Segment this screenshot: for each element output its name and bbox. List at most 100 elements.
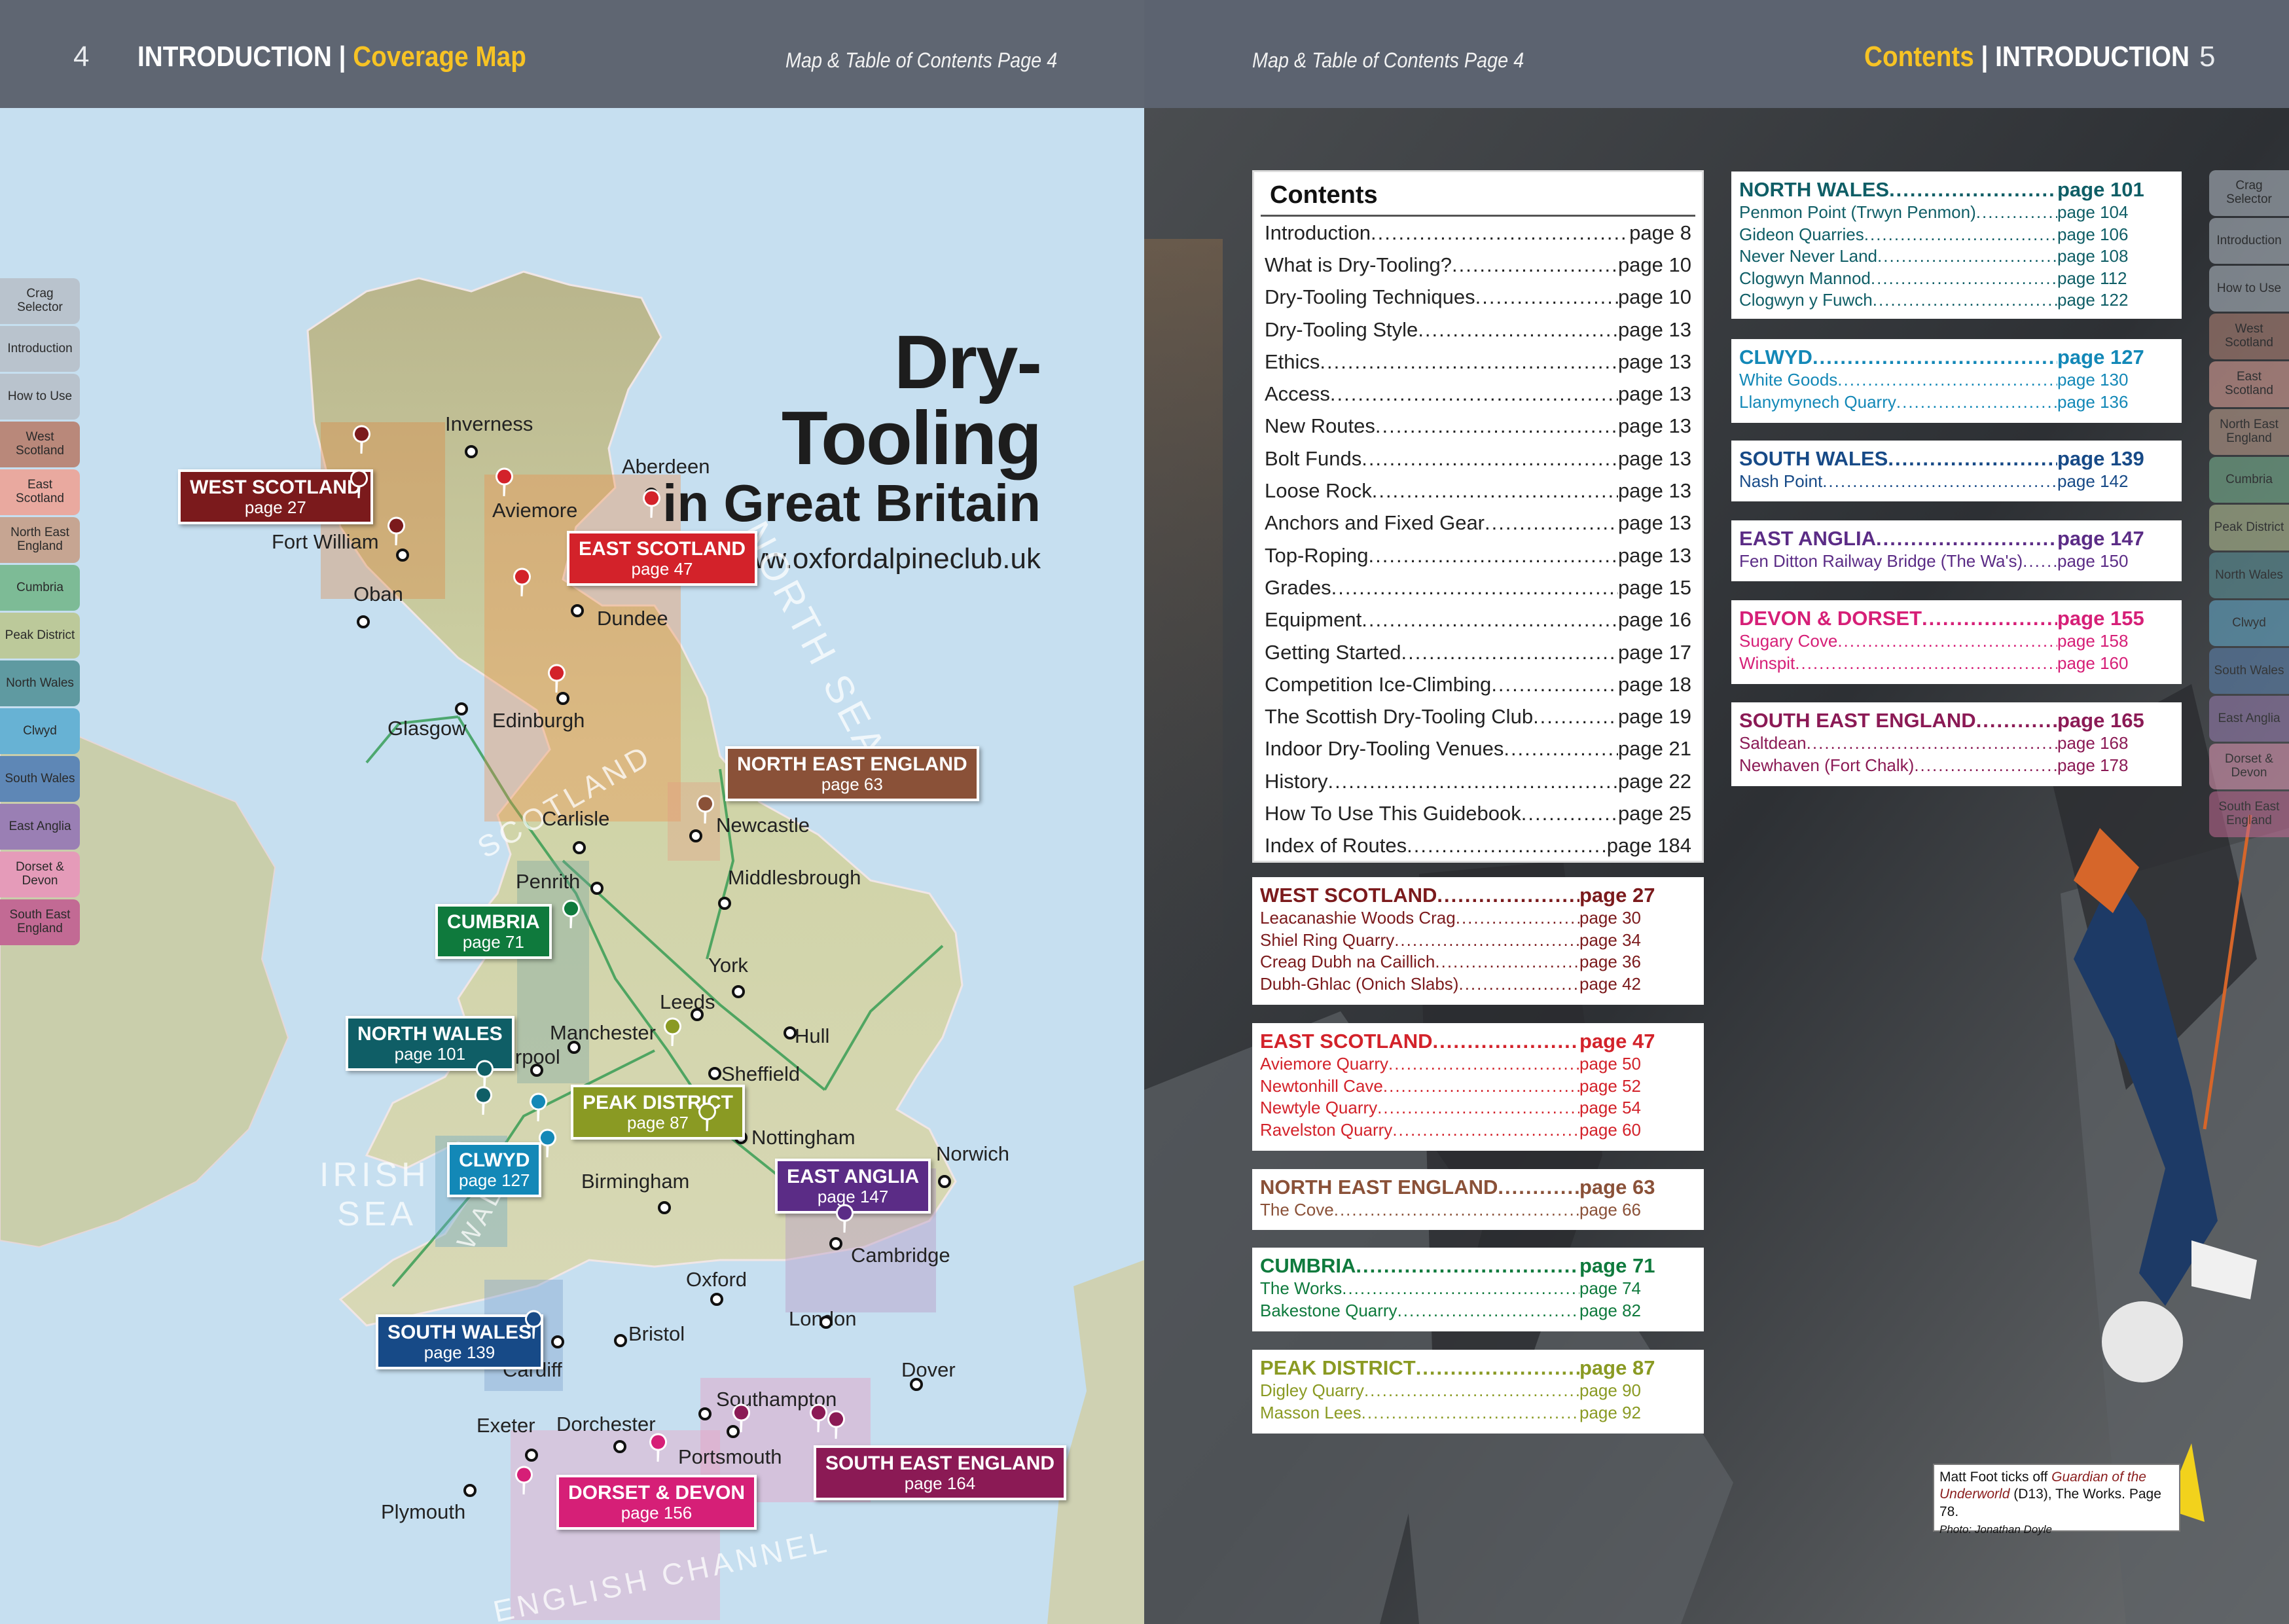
contents-row[interactable]: Getting Started ........................… <box>1254 636 1702 668</box>
dot-leader: ........................................… <box>1975 709 2057 732</box>
crag-row[interactable]: Nash Point .............................… <box>1739 471 2174 493</box>
section-heading[interactable]: CLWYD ..................................… <box>1739 346 2174 369</box>
left-separator: | <box>338 41 346 73</box>
tab-north-wales[interactable]: North Wales <box>2209 552 2289 598</box>
dot-leader: ........................................… <box>1837 631 2057 651</box>
contents-row[interactable]: Equipment ..............................… <box>1254 604 1702 636</box>
contents-row[interactable]: Access .................................… <box>1254 378 1702 410</box>
section-heading[interactable]: SOUTH WALES ............................… <box>1739 447 2174 471</box>
section-heading[interactable]: NORTH WALES ............................… <box>1739 178 2174 202</box>
crag-name: Penmon Point (Trwyn Penmon) <box>1739 202 1976 223</box>
crag-row[interactable]: Dubh-Ghlac (Onich Slabs) ...............… <box>1260 973 1696 996</box>
crag-name: The Cove <box>1260 1200 1334 1220</box>
tab-east-scotland[interactable]: East Scotland <box>2209 361 2289 407</box>
crag-pin-icon <box>475 1086 492 1115</box>
crag-row[interactable]: Creag Dubh na Caillich .................… <box>1260 951 1696 973</box>
crag-row[interactable]: Clogwyn Mannod .........................… <box>1739 268 2174 290</box>
contents-row[interactable]: Index of Routes ........................… <box>1254 830 1702 862</box>
dot-leader: ........................................… <box>1377 1098 1579 1118</box>
crag-row[interactable]: Masson Lees ............................… <box>1260 1402 1696 1424</box>
contents-row[interactable]: Grades .................................… <box>1254 571 1702 604</box>
tab-introduction[interactable]: Introduction <box>2209 218 2289 264</box>
tab-east-anglia[interactable]: East Anglia <box>2209 696 2289 742</box>
section-heading[interactable]: WEST SCOTLAND ..........................… <box>1260 884 1696 907</box>
crag-row[interactable]: Clogwyn y Fuwch ........................… <box>1739 289 2174 312</box>
crag-row[interactable]: Winspit ................................… <box>1739 653 2174 675</box>
crag-page: page 112 <box>2057 268 2127 288</box>
dot-leader: ........................................… <box>1397 1300 1579 1320</box>
contents-row[interactable]: How To Use This Guidebook ..............… <box>1254 797 1702 829</box>
section-heading[interactable]: DEVON & DORSET .........................… <box>1739 607 2174 630</box>
section-heading[interactable]: PEAK DISTRICT ..........................… <box>1260 1356 1696 1380</box>
contents-row-label: New Routes <box>1265 414 1375 438</box>
right-page-number: 5 <box>2199 41 2216 73</box>
dot-leader: ........................................… <box>1418 317 1618 341</box>
tab-south-wales[interactable]: South Wales <box>2209 648 2289 694</box>
contents-row[interactable]: Loose Rock .............................… <box>1254 475 1702 507</box>
contents-row-page: page 16 <box>1617 608 1691 632</box>
crag-row[interactable]: Never Never Land .......................… <box>1739 245 2174 268</box>
crag-row[interactable]: Sugary Cove ............................… <box>1739 630 2174 653</box>
crag-row[interactable]: Newhaven (Fort Chalk) ..................… <box>1739 755 2174 777</box>
section-heading[interactable]: NORTH EAST ENGLAND .....................… <box>1260 1176 1696 1199</box>
tab-peak-district[interactable]: Peak District <box>2209 505 2289 550</box>
crag-row[interactable]: Ravelston Quarry .......................… <box>1260 1119 1696 1142</box>
contents-row[interactable]: Competition Ice-Climbing ...............… <box>1254 668 1702 700</box>
section-heading[interactable]: CUMBRIA ................................… <box>1260 1254 1696 1278</box>
dot-leader: ........................................… <box>1888 447 2057 470</box>
crag-page: page 92 <box>1579 1402 1641 1422</box>
crag-row[interactable]: Newtonhill Cave ........................… <box>1260 1075 1696 1098</box>
crag-row[interactable]: Shiel Ring Quarry ......................… <box>1260 929 1696 952</box>
dot-leader: ........................................… <box>1806 733 2057 753</box>
contents-row[interactable]: The Scottish Dry-Tooling Club ..........… <box>1254 700 1702 732</box>
crag-row[interactable]: Saltdean ...............................… <box>1739 732 2174 755</box>
crag-row[interactable]: Digley Quarry ..........................… <box>1260 1380 1696 1402</box>
crag-row[interactable]: Newtyle Quarry .........................… <box>1260 1097 1696 1119</box>
crag-row[interactable]: The Works ..............................… <box>1260 1278 1696 1300</box>
crag-pin-icon <box>836 1204 854 1233</box>
section-heading[interactable]: EAST SCOTLAND ..........................… <box>1260 1030 1696 1053</box>
contents-row[interactable]: History ................................… <box>1254 765 1702 797</box>
tab-north-east-england[interactable]: North East England <box>2209 409 2289 455</box>
section-title: NORTH WALES <box>1739 178 1890 201</box>
crag-name: Winspit <box>1739 653 1795 673</box>
right-side-tabs: Crag Selector Introduction How to Use We… <box>2209 170 2289 839</box>
contents-row[interactable]: What is Dry-Tooling? ...................… <box>1254 249 1702 281</box>
crag-name: The Works <box>1260 1278 1343 1299</box>
tab-south-east-england[interactable]: South East England <box>2209 791 2289 837</box>
crag-row[interactable]: The Cove ...............................… <box>1260 1199 1696 1221</box>
crag-row[interactable]: Gideon Quarries ........................… <box>1739 224 2174 246</box>
contents-row[interactable]: Indoor Dry-Tooling Venues ..............… <box>1254 733 1702 765</box>
contents-row[interactable]: Dry-Tooling Style ......................… <box>1254 314 1702 346</box>
section-heading[interactable]: EAST ANGLIA ............................… <box>1739 527 2174 550</box>
dot-leader: ........................................… <box>1327 769 1617 793</box>
contents-row[interactable]: Anchors and Fixed Gear .................… <box>1254 507 1702 539</box>
tab-crag-selector[interactable]: Crag Selector <box>2209 170 2289 216</box>
tab-west-scotland[interactable]: West Scotland <box>2209 314 2289 359</box>
crag-page: page 34 <box>1579 929 1641 950</box>
section-page: page 63 <box>1579 1176 1655 1199</box>
dot-leader: ........................................… <box>1363 1380 1579 1401</box>
crag-row[interactable]: Penmon Point (Trwyn Penmon) ............… <box>1739 202 2174 224</box>
crag-row[interactable]: Llanymynech Quarry .....................… <box>1739 391 2174 414</box>
tab-clwyd[interactable]: Clwyd <box>2209 600 2289 646</box>
crag-row[interactable]: Fen Ditton Railway Bridge (The Wa's) ...… <box>1739 550 2174 573</box>
section-heading[interactable]: SOUTH EAST ENGLAND .....................… <box>1739 709 2174 732</box>
left-page-header: 4 INTRODUCTION | Coverage Map Map & Tabl… <box>0 0 1144 108</box>
tab-dorset-devon[interactable]: Dorset & Devon <box>2209 744 2289 789</box>
crag-row[interactable]: Bakestone Quarry .......................… <box>1260 1300 1696 1322</box>
tab-how-to-use[interactable]: How to Use <box>2209 266 2289 312</box>
crag-row[interactable]: White Goods ............................… <box>1739 369 2174 391</box>
caption-credit: Photo: Jonathan Doyle <box>1939 1523 2053 1536</box>
crag-row[interactable]: Leacanashie Woods Crag .................… <box>1260 907 1696 929</box>
tab-cumbria[interactable]: Cumbria <box>2209 457 2289 503</box>
contents-row[interactable]: Dry-Tooling Techniques .................… <box>1254 281 1702 314</box>
section-title: DEVON & DORSET <box>1739 607 1922 630</box>
crag-row[interactable]: Aviemore Quarry ........................… <box>1260 1053 1696 1075</box>
contents-row[interactable]: Ethics .................................… <box>1254 346 1702 378</box>
contents-row[interactable]: Top-Roping .............................… <box>1254 539 1702 571</box>
right-section: INTRODUCTION <box>1995 41 2190 73</box>
contents-row[interactable]: New Routes .............................… <box>1254 410 1702 442</box>
contents-row[interactable]: Introduction ...........................… <box>1254 217 1702 249</box>
contents-row[interactable]: Bolt Funds .............................… <box>1254 442 1702 475</box>
